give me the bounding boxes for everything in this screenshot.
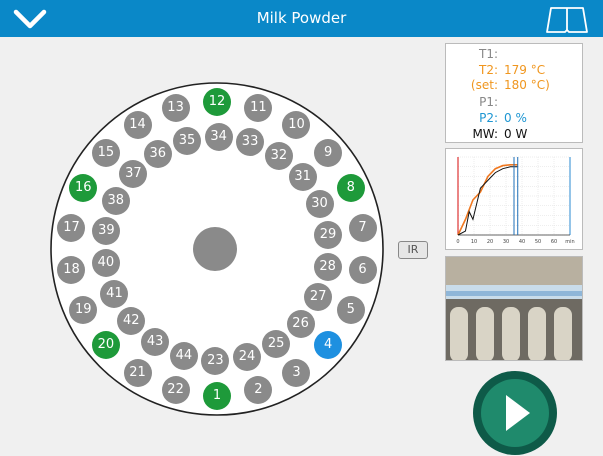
sample-position-12[interactable]: 12	[203, 88, 231, 116]
sample-position-21[interactable]: 21	[123, 358, 152, 387]
sample-position-35[interactable]: 35	[172, 127, 201, 156]
sample-position-1[interactable]: 1	[203, 382, 231, 410]
t2-label: T2:	[478, 63, 498, 77]
sample-position-5[interactable]: 5	[336, 296, 365, 325]
status-panel: T1: T2: 179 °C (set: 180 °C) P1: P2: 0 %…	[445, 43, 583, 143]
sample-position-22[interactable]: 22	[161, 376, 190, 405]
t2-value: 179 °C	[504, 63, 546, 77]
sample-position-31[interactable]: 31	[288, 162, 317, 191]
sample-position-34[interactable]: 34	[204, 123, 233, 151]
mw-value: 0 W	[504, 127, 528, 141]
ir-sensor-label: IR	[398, 241, 428, 259]
chevron-down-icon[interactable]	[12, 7, 48, 31]
sample-position-36[interactable]: 36	[143, 139, 172, 168]
x-tick-label: 30	[503, 239, 509, 245]
sample-position-6[interactable]: 6	[348, 255, 377, 284]
sample-position-13[interactable]: 13	[161, 93, 190, 122]
x-tick-label: 10	[471, 239, 477, 245]
p2-label: P2:	[479, 111, 498, 125]
sample-position-30[interactable]: 30	[305, 189, 334, 218]
sample-position-20[interactable]: 20	[91, 331, 120, 360]
sample-position-28[interactable]: 28	[313, 252, 342, 281]
x-tick-label: 60	[551, 239, 557, 245]
mw-label: MW:	[472, 127, 498, 141]
sample-position-15[interactable]: 15	[91, 138, 120, 167]
x-tick-label: 20	[487, 239, 493, 245]
book-icon[interactable]	[545, 4, 589, 34]
p2-value: 0 %	[504, 111, 527, 125]
camera-image-svg	[446, 257, 582, 360]
x-tick-label: 0	[456, 239, 459, 245]
sample-position-44[interactable]: 44	[169, 342, 198, 370]
x-tick-label: 50	[535, 239, 541, 245]
sample-position-38[interactable]: 38	[101, 187, 130, 216]
x-tick-label: min	[565, 239, 574, 245]
sample-position-32[interactable]: 32	[264, 141, 293, 170]
sample-position-9[interactable]: 9	[314, 138, 343, 167]
sample-position-27[interactable]: 27	[304, 282, 333, 311]
sample-position-7[interactable]: 7	[348, 214, 377, 243]
sample-position-8[interactable]: 8	[336, 173, 365, 202]
play-icon[interactable]	[472, 370, 558, 456]
sample-position-33[interactable]: 33	[236, 127, 265, 156]
sample-position-3[interactable]: 3	[282, 358, 311, 387]
t1-label: T1:	[478, 47, 498, 61]
chart-svg: 0 10 20 30 40 50 60 min	[456, 156, 575, 245]
p1-label: P1:	[479, 95, 498, 109]
carousel-center	[193, 227, 237, 271]
set-value: 180 °C)	[504, 78, 550, 92]
sample-position-26[interactable]: 26	[286, 309, 315, 338]
temperature-chart[interactable]: 0 10 20 30 40 50 60 min	[445, 148, 583, 250]
page-title: Milk Powder	[256, 9, 347, 27]
set-label: (set:	[470, 78, 498, 92]
sample-position-29[interactable]: 29	[314, 220, 343, 249]
sample-position-14[interactable]: 14	[123, 111, 152, 140]
sample-position-24[interactable]: 24	[233, 342, 262, 371]
sample-camera-image[interactable]	[445, 256, 583, 361]
x-tick-label: 40	[519, 239, 525, 245]
